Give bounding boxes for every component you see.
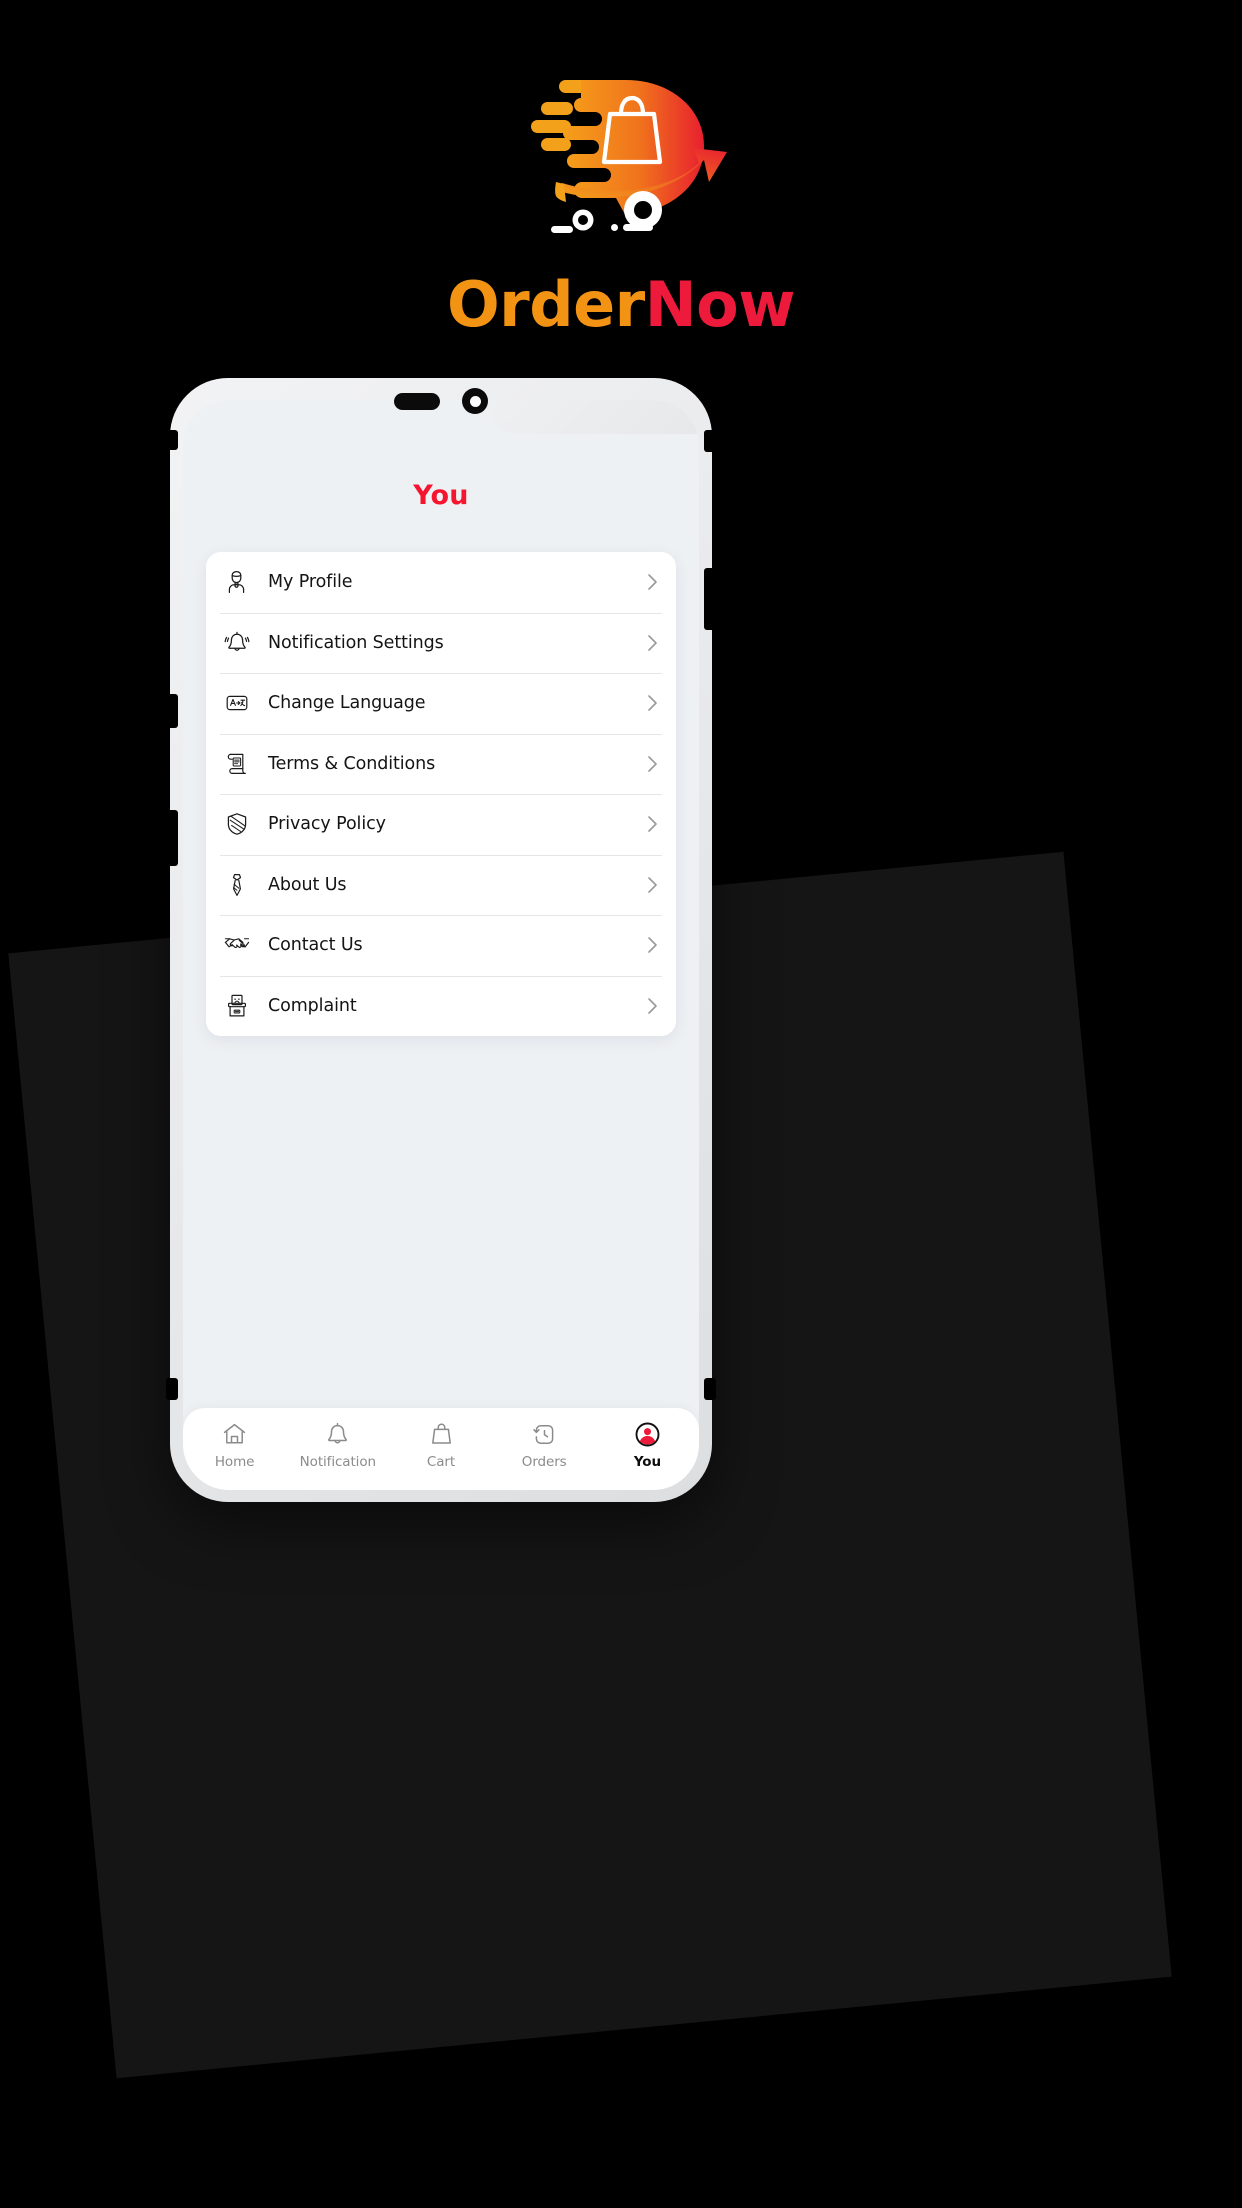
chevron-right-icon xyxy=(644,813,660,835)
logo-word-now: Now xyxy=(644,268,796,341)
bell-icon xyxy=(324,1419,351,1449)
screen-spacer xyxy=(183,1036,699,1408)
phone-side-button-left-top xyxy=(166,430,178,450)
logo-word-order: Order xyxy=(446,268,645,341)
phone-volume-down-button xyxy=(166,810,178,866)
menu-item-label: About Us xyxy=(268,874,347,895)
nav-tab-label: Orders xyxy=(521,1454,567,1470)
delivery-scooter-bag-logo-icon xyxy=(531,80,727,233)
phone-volume-up-button xyxy=(166,694,178,728)
menu-item-about-us[interactable]: About Us xyxy=(206,854,676,916)
phone-side-button-right-bottom xyxy=(704,1378,716,1400)
settings-menu-card: My Profile Notification Settings Change … xyxy=(206,552,676,1036)
nav-tab-notification[interactable]: Notification xyxy=(286,1419,389,1470)
front-camera-icon xyxy=(462,388,488,414)
menu-item-terms-and-conditions[interactable]: Terms & Conditions xyxy=(206,733,676,795)
menu-item-label: My Profile xyxy=(268,572,353,593)
nav-tab-orders[interactable]: Orders xyxy=(493,1419,596,1470)
logo-wordmark: OrderNow xyxy=(447,274,796,336)
phone-power-button xyxy=(704,568,716,630)
menu-item-contact-us[interactable]: Contact Us xyxy=(206,915,676,976)
nav-tab-you[interactable]: You xyxy=(596,1419,699,1470)
menu-item-label: Change Language xyxy=(268,693,426,714)
shield-icon xyxy=(220,807,254,841)
nav-tab-label: Home xyxy=(214,1454,255,1470)
bottom-navigation-bar: Home Notification Cart Orders You xyxy=(183,1408,699,1490)
menu-item-label: Complaint xyxy=(268,995,357,1016)
chevron-right-icon xyxy=(644,692,660,714)
menu-item-label: Privacy Policy xyxy=(268,814,386,835)
menu-item-complaint[interactable]: Complaint xyxy=(206,975,676,1037)
phone-speaker-icon xyxy=(394,392,440,410)
menu-item-change-language[interactable]: Change Language xyxy=(206,673,676,734)
nav-tab-label: You xyxy=(633,1454,661,1470)
chevron-right-icon xyxy=(644,995,660,1017)
complaint-box-icon xyxy=(220,989,254,1023)
handshake-icon xyxy=(220,928,254,962)
account-circle-icon xyxy=(634,1419,661,1449)
phone-side-button-right-top xyxy=(704,430,716,452)
person-icon xyxy=(220,565,254,599)
necktie-icon xyxy=(220,868,254,902)
nav-tab-home[interactable]: Home xyxy=(183,1419,286,1470)
menu-item-label: Contact Us xyxy=(268,935,363,956)
chevron-right-icon xyxy=(644,753,660,775)
page-title: You xyxy=(413,480,469,511)
screenshot-stage: OrderNow You My Profile Notification Set… xyxy=(0,0,1242,2208)
phone-notch xyxy=(170,378,712,424)
scroll-icon xyxy=(220,747,254,781)
chevron-right-icon xyxy=(644,874,660,896)
nav-tab-label: Cart xyxy=(426,1454,456,1470)
chevron-right-icon xyxy=(644,934,660,956)
menu-item-label: Notification Settings xyxy=(268,632,444,653)
app-logo: OrderNow xyxy=(0,62,1242,392)
phone-side-button-left-bottom xyxy=(166,1378,178,1400)
nav-tab-cart[interactable]: Cart xyxy=(389,1419,492,1470)
translate-icon xyxy=(220,686,254,720)
phone-screen: You My Profile Notification Settings Cha… xyxy=(183,400,699,1490)
menu-item-my-profile[interactable]: My Profile xyxy=(206,552,676,613)
menu-item-label: Terms & Conditions xyxy=(268,753,436,774)
nav-tab-label: Notification xyxy=(299,1454,376,1470)
history-clock-icon xyxy=(531,1419,558,1449)
phone-mockup: You My Profile Notification Settings Cha… xyxy=(166,378,716,1502)
menu-item-privacy-policy[interactable]: Privacy Policy xyxy=(206,794,676,855)
shopping-bag-icon xyxy=(428,1419,455,1449)
bell-icon xyxy=(220,626,254,660)
chevron-right-icon xyxy=(644,632,660,654)
chevron-right-icon xyxy=(644,571,660,593)
home-icon xyxy=(221,1419,248,1449)
menu-item-notification-settings[interactable]: Notification Settings xyxy=(206,612,676,674)
